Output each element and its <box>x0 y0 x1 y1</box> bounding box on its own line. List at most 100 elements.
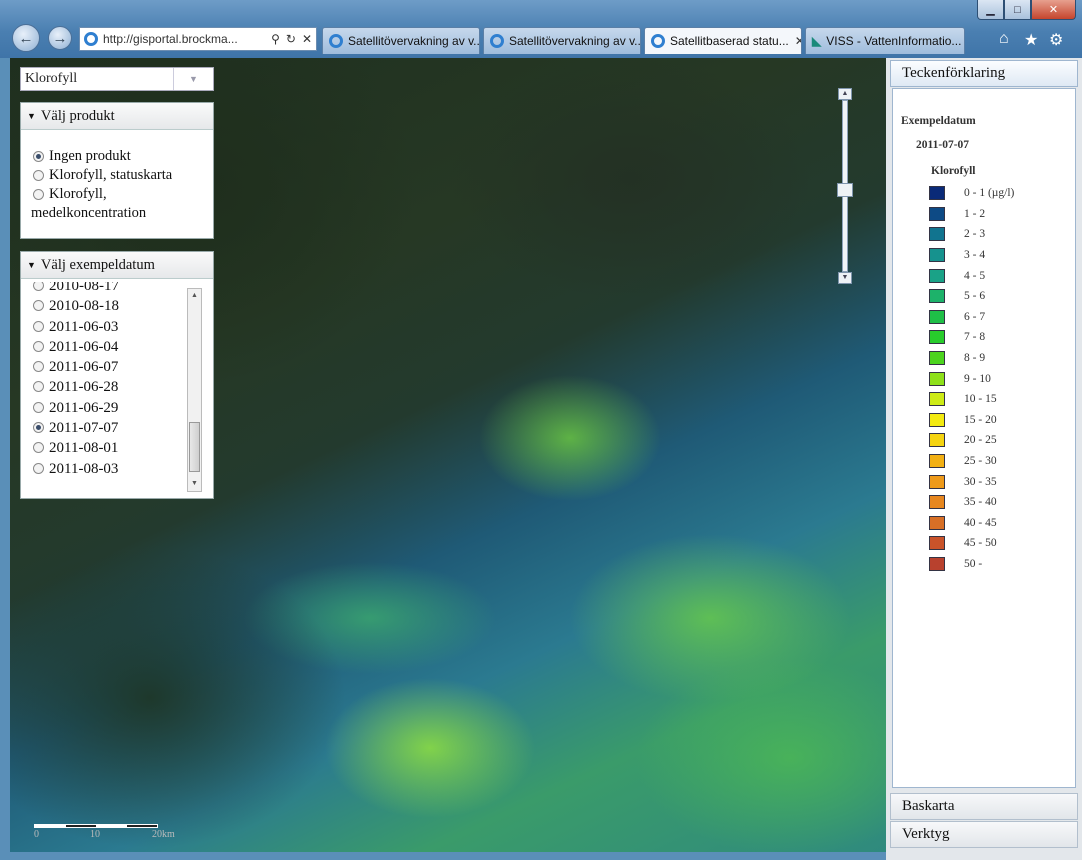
legend-panel: Exempeldatum 2011-07-07 Klorofyll 0 - 1 … <box>892 88 1076 788</box>
browser-tab[interactable]: Satellitövervakning av v... <box>322 27 480 54</box>
zoom-in-icon[interactable]: ▲ <box>838 88 852 100</box>
legend-swatch <box>929 536 945 551</box>
ie-tab-icon <box>651 34 665 48</box>
legend-label: 35 - 40 <box>964 496 997 509</box>
legend-item: 20 - 25 <box>929 430 1014 451</box>
tab-label: Satellitbaserad statu... <box>670 34 789 48</box>
date-option[interactable]: 2011-06-29 <box>21 398 191 418</box>
radio[interactable] <box>33 170 44 181</box>
legend-item: 7 - 8 <box>929 327 1014 348</box>
favorites-icon[interactable]: ★ <box>1024 30 1038 50</box>
product-panel-title: Välj produkt <box>40 107 115 124</box>
radio[interactable] <box>33 320 44 332</box>
layer-dropdown-value: Klorofyll <box>25 71 78 86</box>
minimize-button[interactable]: ▁ <box>977 0 1004 20</box>
date-label: 2011-06-03 <box>49 318 119 335</box>
scrollbar-thumb[interactable] <box>189 422 200 472</box>
radio[interactable] <box>33 442 44 454</box>
legend-item: 9 - 10 <box>929 368 1014 389</box>
browser-tab[interactable]: ◣ VISS - VattenInformatio... <box>805 27 965 54</box>
scale-bar-graphic <box>34 824 158 828</box>
refresh-icon[interactable]: ↻ <box>286 32 296 46</box>
basemap-accordion[interactable]: Baskarta <box>890 793 1078 820</box>
zoom-handle[interactable] <box>837 183 853 197</box>
date-option-selected[interactable]: 2011-07-07 <box>21 418 191 438</box>
forward-button[interactable]: → <box>48 26 72 50</box>
legend-swatch <box>929 309 945 324</box>
scroll-up-icon[interactable]: ▲ <box>188 289 201 303</box>
ie-tab-icon <box>329 34 343 48</box>
product-option-none[interactable]: Ingen produkt <box>21 147 213 166</box>
zoom-slider[interactable]: ▲ ▼ <box>837 88 853 284</box>
browser-tab-active[interactable]: Satellitbaserad statu... ✕ <box>644 27 802 54</box>
tools-accordion[interactable]: Verktyg <box>890 821 1078 848</box>
radio[interactable] <box>33 361 44 373</box>
window-controls: ▁ □ ✕ <box>977 0 1076 22</box>
legend-swatch <box>929 454 945 469</box>
date-option[interactable]: 2011-08-01 <box>21 438 191 458</box>
legend-title: Exempeldatum <box>901 115 976 127</box>
close-tab-icon[interactable]: ✕ <box>789 34 801 48</box>
legend-swatch <box>929 248 945 263</box>
tools-icon[interactable]: ⚙ <box>1049 30 1063 50</box>
ie-tab-icon <box>490 34 504 48</box>
date-option[interactable]: 2011-06-04 <box>21 337 191 357</box>
legend-item: 25 - 30 <box>929 451 1014 472</box>
date-label: 2010-08-18 <box>49 298 119 315</box>
date-option[interactable]: 2010-08-18 <box>21 296 191 316</box>
legend-label: 20 - 25 <box>964 434 997 447</box>
legend-item: 4 - 5 <box>929 265 1014 286</box>
date-option[interactable]: 2010-08-17 <box>21 282 191 296</box>
legend-variable: Klorofyll <box>931 165 976 177</box>
product-option-statuskarta[interactable]: Klorofyll, statuskarta <box>21 166 213 185</box>
product-option-medel[interactable]: Klorofyll, <box>21 185 213 204</box>
legend-header[interactable]: Teckenförklaring <box>890 60 1078 87</box>
home-icon[interactable]: ⌂ <box>999 30 1009 48</box>
radio[interactable] <box>33 340 44 352</box>
close-window-button[interactable]: ✕ <box>1031 0 1076 20</box>
scroll-down-icon[interactable]: ▼ <box>188 477 201 491</box>
address-bar[interactable]: http://gisportal.brockma... ⚲ ↻ ✕ <box>79 27 317 51</box>
date-option[interactable]: 2011-06-07 <box>21 357 191 377</box>
legend-item: 30 - 35 <box>929 471 1014 492</box>
date-list-scrollbar[interactable]: ▲ ▼ <box>187 288 202 492</box>
legend-label: 5 - 6 <box>964 290 986 303</box>
legend-item: 35 - 40 <box>929 492 1014 513</box>
radio-selected[interactable] <box>33 422 44 434</box>
radio[interactable] <box>33 401 44 413</box>
zoom-out-icon[interactable]: ▼ <box>838 272 852 284</box>
back-button[interactable]: ← <box>12 24 40 52</box>
legend-swatch <box>929 556 945 571</box>
back-icon: ← <box>18 29 34 47</box>
date-label: 2011-06-28 <box>49 379 119 396</box>
product-option-label: Klorofyll, statuskarta <box>49 167 173 183</box>
radio[interactable] <box>33 300 44 312</box>
layer-dropdown[interactable]: Klorofyll ▼ <box>20 67 214 91</box>
date-option[interactable]: 2011-08-03 <box>21 459 191 479</box>
product-option-medel-cont: medelkoncentration <box>21 204 213 223</box>
radio-selected[interactable] <box>33 151 44 162</box>
radio[interactable] <box>33 282 44 291</box>
date-option[interactable]: 2011-06-28 <box>21 377 191 397</box>
stop-icon[interactable]: ✕ <box>302 32 312 46</box>
maximize-button[interactable]: □ <box>1004 0 1031 20</box>
browser-tab[interactable]: Satellitövervakning av v... <box>483 27 641 54</box>
legend-items: 0 - 1 (µg/l) 1 - 2 2 - 3 3 - 4 4 - 5 5 - 6 6 -… <box>929 183 1014 574</box>
caret-down-icon: ▼ <box>27 260 36 270</box>
legend-label: 0 - 1 (µg/l) <box>964 187 1015 200</box>
radio[interactable] <box>33 189 44 200</box>
legend-swatch <box>929 495 945 510</box>
date-panel-header[interactable]: ▼ Välj exempeldatum <box>21 252 213 279</box>
search-icon[interactable]: ⚲ <box>271 32 280 46</box>
radio[interactable] <box>33 381 44 393</box>
legend-swatch <box>929 330 945 345</box>
legend-item: 15 - 20 <box>929 410 1014 431</box>
legend-swatch <box>929 433 945 448</box>
legend-item: 5 - 6 <box>929 286 1014 307</box>
browser-chrome: ▁ □ ✕ ← → http://gisportal.brockma... ⚲ … <box>0 0 1082 58</box>
date-option[interactable]: 2011-06-03 <box>21 317 191 337</box>
chevron-down-icon[interactable]: ▼ <box>173 68 213 90</box>
legend-swatch <box>929 227 945 242</box>
radio[interactable] <box>33 462 44 474</box>
product-panel-header[interactable]: ▼ Välj produkt <box>21 103 213 130</box>
